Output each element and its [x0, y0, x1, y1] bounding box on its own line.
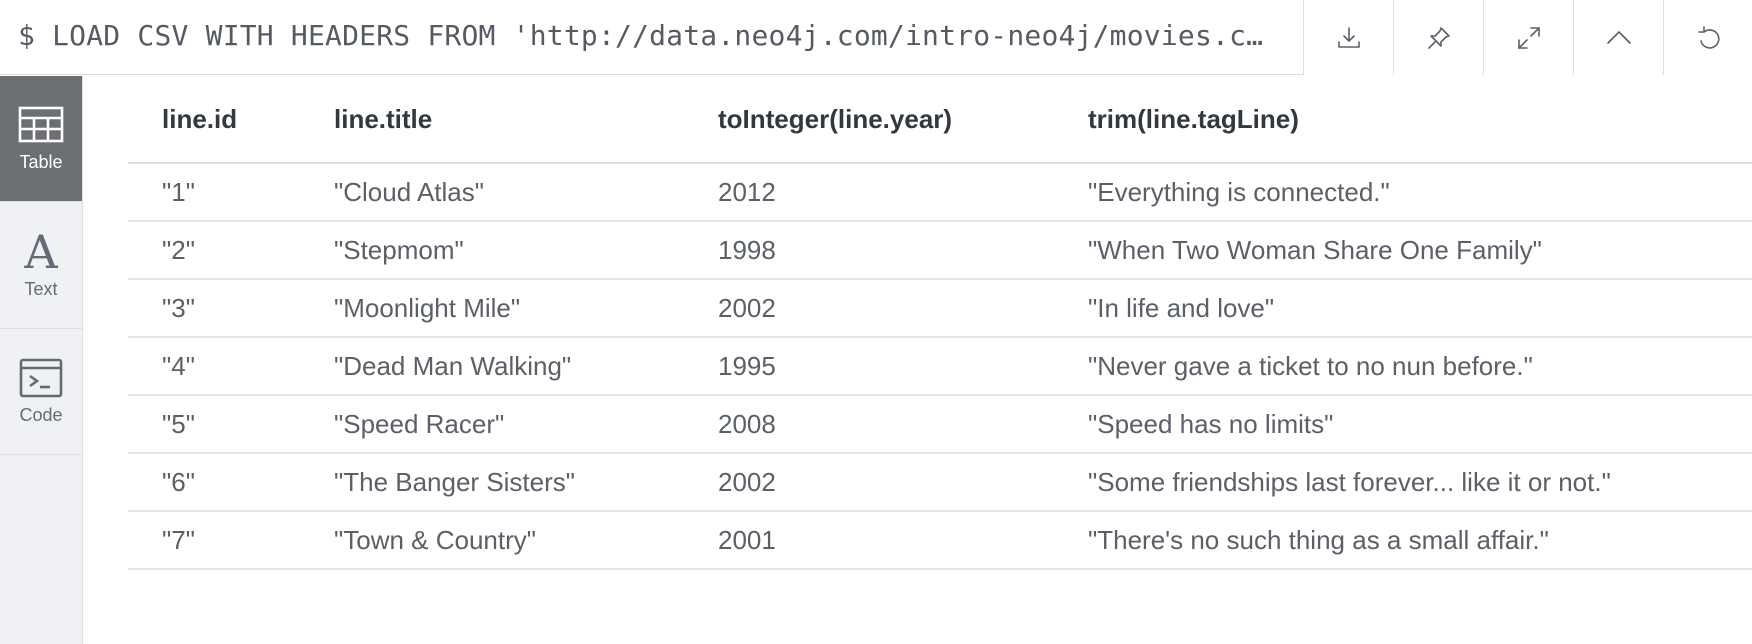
cell-id: "2" — [128, 221, 300, 280]
cell-id: "6" — [128, 453, 300, 512]
collapse-button[interactable] — [1573, 0, 1663, 75]
cell-title: "Stepmom" — [300, 221, 684, 280]
result-table: line.id line.title toInteger(line.year) … — [128, 76, 1752, 570]
column-header-id: line.id — [128, 76, 300, 164]
table-row: "1" "Cloud Atlas" 2012 "Everything is co… — [128, 163, 1752, 222]
cell-tagline: "Everything is connected." — [1054, 163, 1752, 222]
view-tab-label: Text — [24, 278, 58, 299]
cell-year: 2002 — [684, 279, 1054, 338]
table-row: "3" "Moonlight Mile" 2002 "In life and l… — [128, 279, 1752, 338]
view-tab-table[interactable]: Table — [0, 76, 82, 202]
rerun-button[interactable] — [1663, 0, 1752, 75]
cell-tagline: "Never gave a ticket to no nun before." — [1054, 337, 1752, 396]
cell-tagline: "There's no such thing as a small affair… — [1054, 511, 1752, 570]
cell-year: 2012 — [684, 163, 1054, 222]
pin-icon — [1427, 26, 1450, 49]
cell-id: "3" — [128, 279, 300, 338]
chevron-up-icon — [1606, 30, 1631, 44]
cell-id: "4" — [128, 337, 300, 396]
cell-title: "The Banger Sisters" — [300, 453, 684, 512]
cell-id: "1" — [128, 163, 300, 222]
view-tab-code[interactable]: Code — [0, 329, 82, 455]
column-header-tagline: trim(line.tagLine) — [1054, 76, 1752, 164]
cell-year: 2008 — [684, 395, 1054, 454]
refresh-icon — [1697, 25, 1720, 49]
cell-title: "Moonlight Mile" — [300, 279, 684, 338]
cell-tagline: "Speed has no limits" — [1054, 395, 1752, 454]
terminal-icon — [18, 357, 64, 399]
expand-icon — [1517, 26, 1540, 49]
cell-id: "5" — [128, 395, 300, 454]
view-tab-label: Table — [19, 152, 63, 172]
result-table-container: line.id line.title toInteger(line.year) … — [128, 76, 1752, 570]
cell-title: "Cloud Atlas" — [300, 163, 684, 222]
column-header-year: toInteger(line.year) — [684, 76, 1054, 164]
pin-button[interactable] — [1393, 0, 1483, 75]
cell-year: 1995 — [684, 337, 1054, 396]
result-frame: $ LOAD CSV WITH HEADERS FROM 'http://dat… — [0, 0, 1752, 644]
table-row: "5" "Speed Racer" 2008 "Speed has no lim… — [128, 395, 1752, 454]
download-button[interactable] — [1303, 0, 1393, 75]
view-switcher: Table A Text Code — [0, 76, 83, 644]
command-bar: $ LOAD CSV WITH HEADERS FROM 'http://dat… — [0, 0, 1752, 75]
query-text[interactable]: $ LOAD CSV WITH HEADERS FROM 'http://dat… — [18, 0, 1278, 75]
cell-tagline: "Some friendships last forever... like i… — [1054, 453, 1752, 512]
table-row: "4" "Dead Man Walking" 1995 "Never gave … — [128, 337, 1752, 396]
view-tab-label: Code — [19, 405, 63, 425]
cell-tagline: "When Two Woman Share One Family" — [1054, 221, 1752, 280]
view-tab-text[interactable]: A Text — [0, 202, 82, 329]
table-icon — [18, 104, 64, 146]
table-header-row: line.id line.title toInteger(line.year) … — [128, 76, 1752, 164]
column-header-title: line.title — [300, 76, 684, 164]
table-row: "2" "Stepmom" 1998 "When Two Woman Share… — [128, 221, 1752, 280]
table-row: "7" "Town & Country" 2001 "There's no su… — [128, 511, 1752, 570]
download-icon — [1337, 26, 1360, 48]
frame-actions — [1303, 0, 1752, 75]
cell-title: "Town & Country" — [300, 511, 684, 570]
cell-year: 2001 — [684, 511, 1054, 570]
cell-year: 2002 — [684, 453, 1054, 512]
cell-id: "7" — [128, 511, 300, 570]
fullscreen-button[interactable] — [1483, 0, 1573, 75]
cell-tagline: "In life and love" — [1054, 279, 1752, 338]
table-row: "6" "The Banger Sisters" 2002 "Some frie… — [128, 453, 1752, 512]
cell-title: "Speed Racer" — [300, 395, 684, 454]
cell-title: "Dead Man Walking" — [300, 337, 684, 396]
text-a-icon: A — [24, 224, 58, 279]
cell-year: 1998 — [684, 221, 1054, 280]
